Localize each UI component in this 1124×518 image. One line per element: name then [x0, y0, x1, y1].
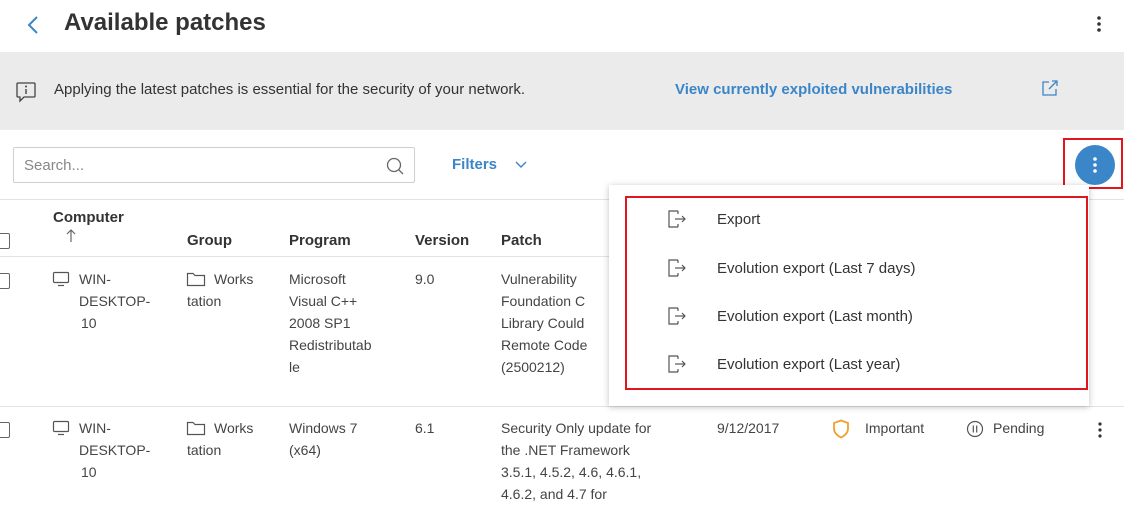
chevron-left-icon[interactable] [24, 12, 44, 38]
external-link-icon[interactable] [1040, 78, 1060, 98]
column-header-patch[interactable]: Patch [501, 231, 542, 251]
menu-item-label: Evolution export (Last month) [717, 308, 913, 325]
select-all-checkbox[interactable] [0, 233, 10, 249]
version: 6.1 [415, 420, 435, 436]
page-header: Available patches [0, 0, 1124, 52]
menu-item-evolution-month[interactable]: Evolution export (Last month) [609, 295, 1089, 341]
folder-icon [186, 421, 206, 436]
info-banner: Applying the latest patches is essential… [0, 52, 1124, 130]
criticality: Important [865, 420, 925, 436]
folder-icon [186, 272, 206, 287]
row-divider [0, 406, 1124, 407]
patch-name: Security Only update for the .NET Framew… [501, 420, 652, 502]
program-name: Microsoft Visual C++ 2008 SP1 Redistribu… [289, 271, 372, 375]
filters-button[interactable]: Filters [452, 155, 497, 175]
status: Pending [993, 420, 1045, 436]
patch-name: Vulnerability Foundation C Library Could… [501, 271, 588, 375]
computer-icon [52, 420, 70, 436]
computer-name: WIN- [79, 271, 111, 287]
version: 9.0 [415, 271, 435, 287]
group-name-cont: tation [187, 293, 222, 309]
menu-item-label: Export [717, 211, 761, 228]
page-title: Available patches [64, 9, 266, 36]
menu-item-label: Evolution export (Last year) [717, 356, 901, 373]
computer-name-cont: DESKTOP- 10 [79, 293, 151, 331]
export-icon [668, 210, 686, 228]
menu-item-evolution-year[interactable]: Evolution export (Last year) [609, 343, 1089, 389]
kebab-menu-icon[interactable] [1091, 12, 1107, 36]
export-icon [668, 259, 686, 277]
export-icon [668, 355, 686, 373]
column-header-version[interactable]: Version [415, 231, 469, 251]
release-date: 9/12/2017 [717, 420, 780, 436]
column-header-group[interactable]: Group [187, 231, 232, 251]
menu-item-export[interactable]: Export [609, 198, 1089, 244]
export-menu: Export Evolution export (Last 7 days) Ev… [609, 185, 1089, 406]
group-name: Works [214, 271, 254, 287]
computer-name-cont: DESKTOP- 10 [79, 442, 151, 480]
menu-item-evolution-7-days[interactable]: Evolution export (Last 7 days) [609, 247, 1089, 293]
kebab-menu-icon [1093, 157, 1097, 173]
actions-menu-button[interactable] [1075, 145, 1115, 185]
row-checkbox[interactable] [0, 273, 10, 289]
kebab-menu-icon[interactable] [1095, 421, 1105, 439]
arrow-up-icon[interactable] [65, 228, 77, 244]
banner-message: Applying the latest patches is essential… [54, 81, 526, 98]
row-checkbox[interactable] [0, 422, 10, 438]
info-icon [16, 82, 36, 103]
search-box[interactable] [13, 147, 415, 183]
computer-name: WIN- [79, 420, 111, 436]
exploited-vulnerabilities-link[interactable]: View currently exploited vulnerabilities [675, 79, 952, 101]
program-name: Windows 7 (x64) [289, 420, 358, 458]
shield-icon [833, 419, 849, 439]
column-header-program[interactable]: Program [289, 231, 351, 251]
search-icon[interactable] [385, 156, 405, 176]
export-icon [668, 307, 686, 325]
menu-item-label: Evolution export (Last 7 days) [717, 260, 916, 277]
group-name-cont: tation [187, 442, 222, 458]
pause-icon [966, 420, 984, 438]
header-divider [0, 256, 609, 257]
group-name: Works [214, 420, 254, 436]
computer-icon [52, 271, 70, 287]
search-input[interactable] [24, 154, 374, 176]
column-header-computer[interactable]: Computer [53, 208, 124, 228]
chevron-down-icon[interactable] [514, 159, 528, 171]
